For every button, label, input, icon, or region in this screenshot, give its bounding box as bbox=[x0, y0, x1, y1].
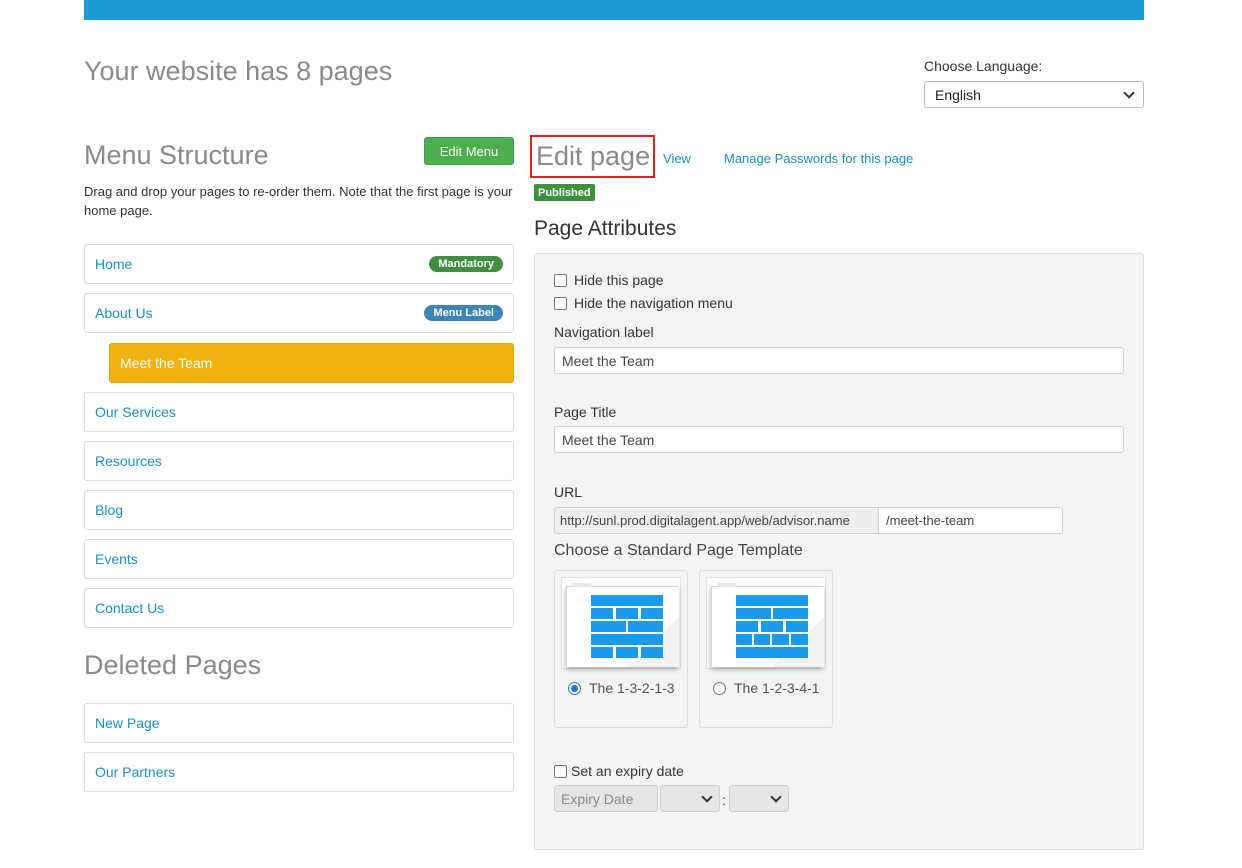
menu-description: Drag and drop your pages to re-order the… bbox=[84, 184, 513, 218]
menu-item-our-services[interactable]: Our Services bbox=[84, 392, 514, 432]
nav-label-label: Navigation label bbox=[554, 324, 654, 340]
edit-page-heading: Edit page bbox=[530, 135, 655, 178]
chevron-down-icon bbox=[701, 790, 713, 803]
template-label-1: The 1-3-2-1-3 bbox=[589, 680, 675, 696]
language-select[interactable]: English bbox=[924, 81, 1144, 108]
menu-item-label[interactable]: Meet the Team bbox=[120, 355, 212, 371]
hide-nav-row: Hide the navigation menu bbox=[554, 295, 733, 311]
url-prefix: http://sunl.prod.digitalagent.app/web/ad… bbox=[554, 507, 879, 534]
template-thumbnail bbox=[706, 577, 826, 669]
time-separator: : bbox=[722, 792, 726, 808]
deleted-item-label[interactable]: Our Partners bbox=[95, 764, 175, 780]
expiry-hour-select[interactable] bbox=[660, 785, 720, 812]
expiry-date-input[interactable]: Expiry Date bbox=[554, 785, 658, 812]
menu-item-label[interactable]: Events bbox=[95, 551, 138, 567]
layout-1-3-2-1-3-icon bbox=[567, 587, 679, 667]
edit-page-title: Edit page bbox=[536, 141, 651, 171]
menu-item-events[interactable]: Events bbox=[84, 539, 514, 579]
menu-item-resources[interactable]: Resources bbox=[84, 441, 514, 481]
preview-tab bbox=[573, 583, 591, 587]
page-title-value: Meet the Team bbox=[562, 431, 655, 448]
hide-nav-label: Hide the navigation menu bbox=[574, 295, 733, 311]
menu-label-badge: Menu Label bbox=[424, 305, 503, 321]
deleted-item-our-partners[interactable]: Our Partners bbox=[84, 752, 514, 792]
deleted-item-label[interactable]: New Page bbox=[95, 715, 160, 731]
template-heading: Choose a Standard Page Template bbox=[554, 542, 803, 559]
hide-nav-checkbox[interactable] bbox=[554, 296, 567, 310]
nav-label-input[interactable]: Meet the Team bbox=[554, 347, 1124, 374]
url-slug-value: /meet-the-team bbox=[886, 513, 975, 528]
expiry-label: Set an expiry date bbox=[571, 763, 684, 779]
page-title-input[interactable]: Meet the Team bbox=[554, 426, 1124, 453]
layout-1-2-3-4-1-icon bbox=[712, 587, 824, 667]
view-link[interactable]: View bbox=[663, 151, 691, 166]
manage-passwords-link[interactable]: Manage Passwords for this page bbox=[724, 151, 913, 166]
template-thumbnail bbox=[561, 577, 681, 669]
template-radio-2[interactable] bbox=[713, 682, 726, 695]
preview-tab bbox=[718, 583, 736, 587]
status-badge: Published bbox=[534, 184, 595, 201]
menu-item-label[interactable]: Our Services bbox=[95, 404, 176, 420]
expiry-row: Set an expiry date bbox=[554, 763, 684, 779]
top-accent-bar bbox=[84, 0, 1144, 20]
chevron-down-icon bbox=[1123, 86, 1135, 99]
template-radio-1[interactable] bbox=[568, 682, 581, 695]
hide-page-label: Hide this page bbox=[574, 272, 664, 288]
template-option-1[interactable]: The 1-3-2-1-3 bbox=[568, 679, 680, 697]
expiry-minute-select[interactable] bbox=[729, 785, 789, 812]
template-option-2[interactable]: The 1-2-3-4-1 bbox=[713, 679, 825, 697]
nav-label-value: Meet the Team bbox=[562, 352, 655, 369]
deleted-pages-heading: Deleted Pages bbox=[84, 650, 262, 680]
menu-structure-heading: Menu Structure bbox=[84, 140, 269, 170]
page-attributes-heading: Page Attributes bbox=[534, 217, 677, 240]
menu-item-label[interactable]: About Us bbox=[95, 305, 153, 321]
menu-item-home[interactable]: Home Mandatory bbox=[84, 244, 514, 284]
template-card-2[interactable]: The 1-2-3-4-1 bbox=[699, 570, 833, 728]
hide-page-checkbox[interactable] bbox=[554, 273, 567, 287]
expiry-date-placeholder: Expiry Date bbox=[561, 790, 634, 807]
page-title-label: Page Title bbox=[554, 404, 617, 420]
menu-item-label[interactable]: Blog bbox=[95, 502, 123, 518]
url-label: URL bbox=[554, 484, 583, 500]
url-slug-input[interactable]: /meet-the-team bbox=[878, 507, 1063, 534]
edit-menu-button[interactable]: Edit Menu bbox=[424, 137, 514, 165]
menu-item-blog[interactable]: Blog bbox=[84, 490, 514, 530]
menu-item-label[interactable]: Contact Us bbox=[95, 600, 164, 616]
expiry-checkbox[interactable] bbox=[554, 764, 567, 778]
menu-item-label[interactable]: Resources bbox=[95, 453, 162, 469]
page-count-heading: Your website has 8 pages bbox=[84, 56, 393, 86]
menu-item-label[interactable]: Home bbox=[95, 256, 132, 272]
language-select-value: English bbox=[935, 86, 981, 103]
menu-item-contact-us[interactable]: Contact Us bbox=[84, 588, 514, 628]
template-card-1[interactable]: The 1-3-2-1-3 bbox=[554, 570, 688, 728]
language-label: Choose Language: bbox=[924, 58, 1043, 74]
template-preview bbox=[566, 583, 679, 667]
menu-item-meet-the-team[interactable]: Meet the Team bbox=[109, 343, 514, 383]
mandatory-badge: Mandatory bbox=[429, 256, 503, 272]
template-label-2: The 1-2-3-4-1 bbox=[734, 680, 820, 696]
template-preview bbox=[711, 583, 824, 667]
deleted-item-new-page[interactable]: New Page bbox=[84, 703, 514, 743]
hide-page-row: Hide this page bbox=[554, 272, 664, 288]
menu-item-about-us[interactable]: About Us Menu Label bbox=[84, 293, 514, 333]
chevron-down-icon bbox=[770, 790, 782, 803]
